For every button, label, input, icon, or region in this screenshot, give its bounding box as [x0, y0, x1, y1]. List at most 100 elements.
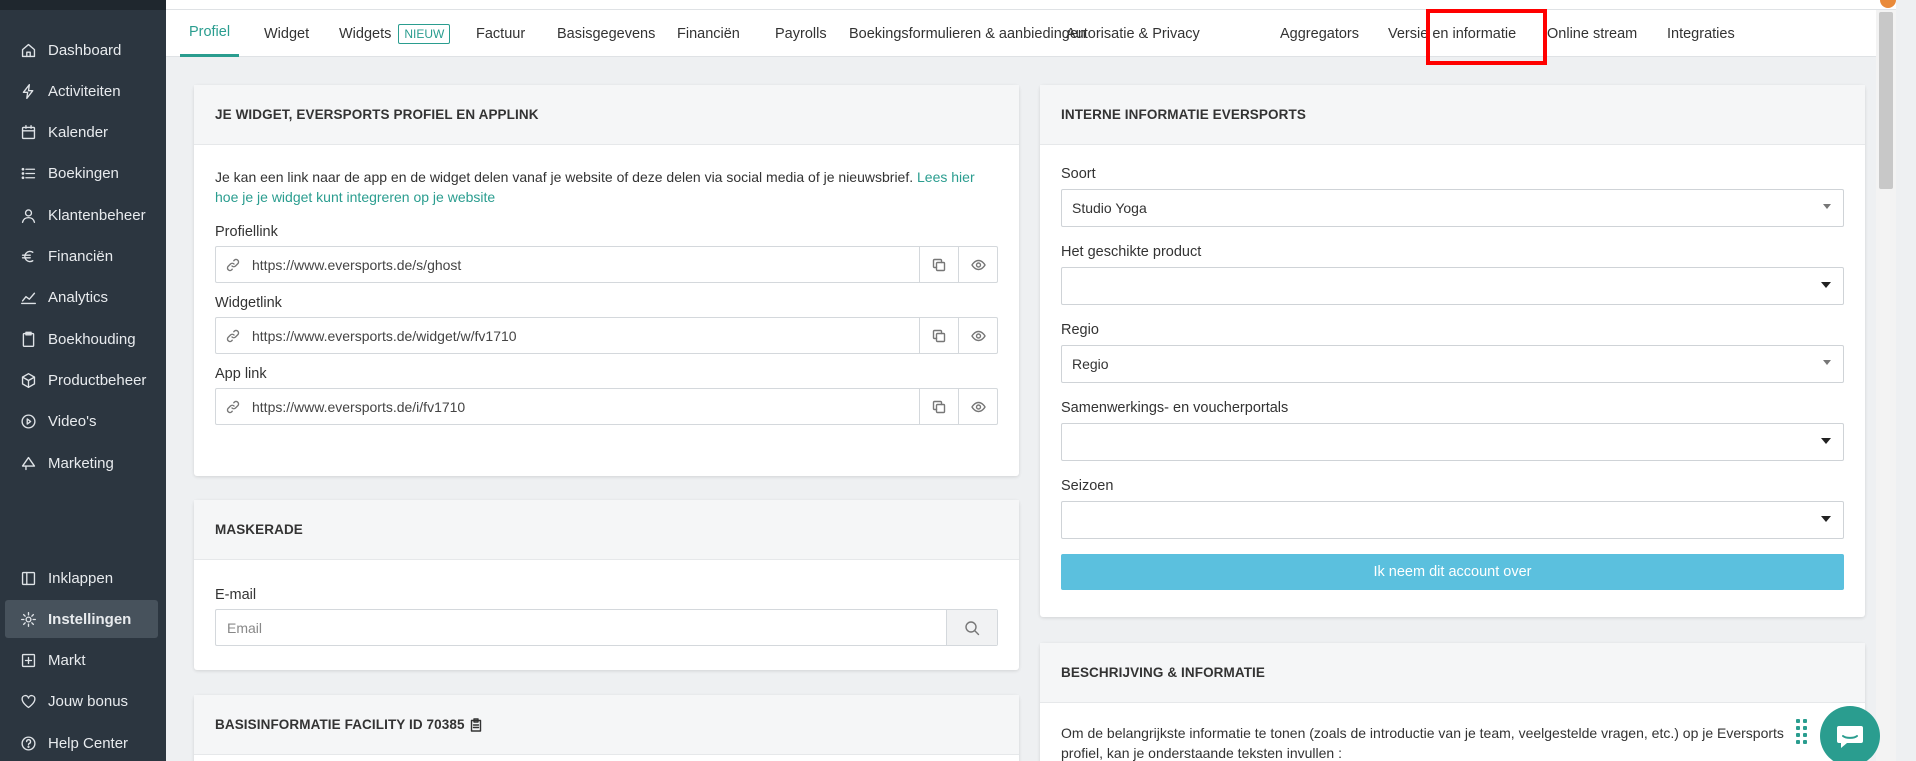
tab-boekingsformulieren-aanbiedingen[interactable]: Boekingsformulieren & aanbiedingen: [849, 10, 1086, 57]
tab-label: Versie en informatie: [1388, 25, 1517, 42]
sidebar-item-productbeheer[interactable]: Productbeheer: [5, 361, 158, 399]
link-icon: [226, 258, 246, 272]
sidebar-item-activiteiten[interactable]: Activiteiten: [5, 72, 158, 110]
email-input[interactable]: [216, 610, 946, 645]
select-group: Regio Regio: [1061, 322, 1844, 383]
preview-button[interactable]: [958, 389, 997, 424]
link-field: https://www.eversports.de/s/ghost: [215, 246, 998, 283]
tab-widgets[interactable]: Widgets NIEUW: [339, 10, 451, 57]
select-label: Soort: [1061, 166, 1096, 182]
card-title: BASISINFORMATIE FACILITY ID 70385: [215, 717, 465, 732]
sidebar-item-label: Analytics: [48, 289, 109, 307]
sidebar-item-inklappen[interactable]: Inklappen: [5, 559, 158, 597]
tab-online-stream[interactable]: Online stream: [1547, 10, 1637, 57]
euro-icon: [19, 248, 37, 266]
sidebar-item-label: Jouw bonus: [48, 693, 129, 711]
link-value[interactable]: https://www.eversports.de/i/fv1710: [252, 399, 919, 415]
box-icon: [19, 371, 37, 389]
sidebar-item-jouw-bonus[interactable]: Jouw bonus: [5, 683, 158, 721]
tab-integraties[interactable]: Integraties: [1667, 10, 1735, 57]
tab-widget[interactable]: Widget: [264, 10, 309, 57]
calendar-icon: [19, 124, 37, 142]
link-value[interactable]: https://www.eversports.de/s/ghost: [252, 257, 919, 273]
sidebar-item-marketing[interactable]: Marketing: [5, 444, 158, 482]
basis-card: BASISINFORMATIE FACILITY ID 70385: [194, 695, 1019, 761]
copy-icon: [932, 329, 946, 342]
preview-button[interactable]: [958, 318, 997, 353]
sidebar-item-klantenbeheer[interactable]: Klantenbeheer: [5, 196, 158, 234]
select-value: Studio Yoga: [1072, 200, 1147, 216]
tab-aggregators[interactable]: Aggregators: [1280, 10, 1359, 57]
tab-label: Integraties: [1667, 25, 1735, 42]
tab-label: Profiel: [188, 24, 231, 40]
clipboard-copy-icon[interactable]: [470, 717, 482, 732]
home-icon: [19, 41, 37, 59]
chevron-down-icon: [1821, 438, 1831, 444]
sidebar-item-boekhouding[interactable]: Boekhouding: [5, 320, 158, 358]
beschrijving-text: Om de belangrijkste informatie te tonen …: [1061, 725, 1784, 761]
sidebar-item-financi-n[interactable]: Financiën: [5, 238, 158, 276]
scrollbar-thumb[interactable]: [1879, 12, 1893, 189]
sidebar-item-kalender[interactable]: Kalender: [5, 114, 158, 152]
tab-factuur[interactable]: Factuur: [476, 10, 525, 57]
tab-profiel[interactable]: Profiel: [180, 10, 239, 57]
link-label: Profiellink: [215, 224, 278, 240]
grid-dots-icon[interactable]: [1796, 719, 1808, 753]
chevron-down-icon: [1823, 360, 1831, 365]
link-field-group: Widgetlink https://www.eversports.de/widg…: [215, 295, 998, 354]
select-regio[interactable]: Regio: [1061, 345, 1844, 383]
search-icon: [965, 620, 980, 635]
list-icon: [19, 165, 37, 183]
basis-header: BASISINFORMATIE FACILITY ID 70385: [194, 695, 1019, 755]
sidebar-item-instellingen[interactable]: Instellingen: [5, 600, 158, 639]
sidebar-item-label: Dashboard: [48, 41, 122, 59]
eye-icon: [970, 259, 986, 270]
take-over-account-button[interactable]: Ik neem dit account over: [1061, 554, 1844, 590]
preview-button[interactable]: [958, 247, 997, 282]
select-het-geschikte-product[interactable]: [1061, 267, 1844, 305]
sidebar-item-analytics[interactable]: Analytics: [5, 279, 158, 317]
tab-label: Autorisatie & Privacy: [1066, 25, 1200, 42]
select-group: Het geschikte product: [1061, 244, 1844, 305]
select-seizoen[interactable]: [1061, 501, 1844, 539]
page-scrollbar[interactable]: [1876, 10, 1896, 761]
tab-label: Online stream: [1547, 25, 1638, 42]
link-icon: [226, 400, 246, 414]
sidebar-item-label: Help Center: [48, 734, 129, 752]
tab-basisgegevens[interactable]: Basisgegevens: [557, 10, 655, 57]
tab-label: Basisgegevens: [557, 25, 656, 42]
link-field: https://www.eversports.de/i/fv1710: [215, 388, 998, 425]
plus-square-icon: [19, 652, 37, 670]
tab-autorisatie-privacy[interactable]: Autorisatie & Privacy: [1066, 10, 1200, 57]
sidebar-item-markt[interactable]: Markt: [5, 642, 158, 680]
sidebar-item-dashboard[interactable]: Dashboard: [5, 31, 158, 69]
link-field: https://www.eversports.de/widget/w/fv171…: [215, 317, 998, 354]
select-soort[interactable]: Studio Yoga: [1061, 189, 1844, 227]
sidebar-item-label: Marketing: [48, 454, 114, 472]
sidebar-item-label: Kalender: [48, 124, 109, 142]
sidebar-item-label: Klantenbeheer: [48, 206, 146, 224]
chevron-down-icon: [1821, 282, 1831, 288]
link-value[interactable]: https://www.eversports.de/widget/w/fv171…: [252, 328, 919, 344]
tab-label: Payrolls: [775, 25, 827, 42]
select-samenwerkings-en-voucherportals[interactable]: [1061, 423, 1844, 461]
settings-tabs: Profiel Widget Widgets NIEUW Factuur Basisgeg…: [166, 10, 1896, 57]
eye-icon: [970, 330, 986, 341]
sidebar-item-video-s[interactable]: Video's: [5, 403, 158, 441]
tab-financi-n[interactable]: Financiën: [677, 10, 740, 57]
chat-button[interactable]: [1820, 706, 1880, 761]
tab-payrolls[interactable]: Payrolls: [775, 10, 827, 57]
tab-label: Financiën: [677, 25, 740, 42]
search-button[interactable]: [946, 610, 997, 645]
sidebar-item-help-center[interactable]: Help Center: [5, 724, 158, 761]
copy-button[interactable]: [919, 247, 958, 282]
notification-dot[interactable]: [1880, 0, 1896, 8]
copy-button[interactable]: [919, 389, 958, 424]
sidebar-item-label: Video's: [48, 413, 97, 431]
interne-info-card: INTERNE INFORMATIE EVERSPORTS Soort Studi…: [1040, 85, 1865, 617]
sidebar-item-label: Markt: [48, 652, 86, 670]
sidebar-item-boekingen[interactable]: Boekingen: [5, 155, 158, 193]
chat-icon: [1837, 726, 1863, 748]
copy-button[interactable]: [919, 318, 958, 353]
tab-versie-en-informatie[interactable]: Versie en informatie: [1388, 10, 1516, 57]
